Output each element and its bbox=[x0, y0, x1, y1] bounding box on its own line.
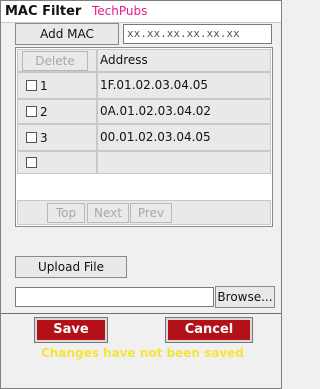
row-checkbox[interactable] bbox=[26, 106, 37, 117]
table-header-row: Delete Address bbox=[16, 49, 272, 72]
cancel-button[interactable]: Cancel bbox=[165, 317, 253, 343]
row-number: 2 bbox=[40, 105, 48, 119]
table-row: 3 00.01.02.03.04.05 bbox=[16, 124, 272, 151]
address-column-header: Address bbox=[97, 49, 271, 72]
row-number: 3 bbox=[40, 131, 48, 145]
row-select-cell: 3 bbox=[17, 124, 97, 151]
pagination-bar: Top Next Prev bbox=[17, 200, 271, 225]
row-checkbox[interactable] bbox=[26, 80, 37, 91]
unsaved-changes-status: Changes have not been saved bbox=[41, 346, 244, 360]
save-button[interactable]: Save bbox=[34, 317, 108, 343]
row-select-cell: 2 bbox=[17, 99, 97, 124]
row-select-cell bbox=[17, 151, 97, 174]
file-path-input[interactable] bbox=[15, 287, 214, 307]
table-row-empty bbox=[16, 151, 272, 174]
address-cell: 00.01.02.03.04.05 bbox=[97, 124, 271, 151]
row-checkbox[interactable] bbox=[26, 157, 37, 168]
mac-address-input[interactable]: xx.xx.xx.xx.xx.xx bbox=[123, 24, 272, 44]
prev-button[interactable]: Prev bbox=[130, 203, 172, 223]
page-title: MAC Filter bbox=[5, 4, 82, 19]
upload-file-button[interactable]: Upload File bbox=[15, 256, 127, 278]
row-select-cell: 1 bbox=[17, 72, 97, 99]
delete-button[interactable]: Delete bbox=[22, 51, 88, 71]
divider bbox=[1, 313, 281, 314]
top-button[interactable]: Top bbox=[47, 203, 85, 223]
address-cell bbox=[97, 151, 271, 174]
delete-header-cell: Delete bbox=[17, 49, 97, 72]
address-cell: 0A.01.02.03.04.02 bbox=[97, 99, 271, 124]
row-number: 1 bbox=[40, 79, 48, 93]
next-button[interactable]: Next bbox=[87, 203, 129, 223]
mac-address-table: Delete Address 1 1F.01.02.03.04.05 2 0A.… bbox=[15, 47, 273, 227]
add-mac-button[interactable]: Add MAC bbox=[15, 23, 119, 45]
table-row: 1 1F.01.02.03.04.05 bbox=[16, 72, 272, 99]
title-bar: MAC Filter TechPubs bbox=[1, 1, 281, 23]
browse-button[interactable]: Browse... bbox=[215, 286, 275, 308]
page-subtitle: TechPubs bbox=[92, 4, 148, 18]
table-row: 2 0A.01.02.03.04.02 bbox=[16, 99, 272, 124]
mac-filter-panel: MAC Filter TechPubs Add MAC xx.xx.xx.xx.… bbox=[0, 0, 282, 389]
address-cell: 1F.01.02.03.04.05 bbox=[97, 72, 271, 99]
row-checkbox[interactable] bbox=[26, 132, 37, 143]
